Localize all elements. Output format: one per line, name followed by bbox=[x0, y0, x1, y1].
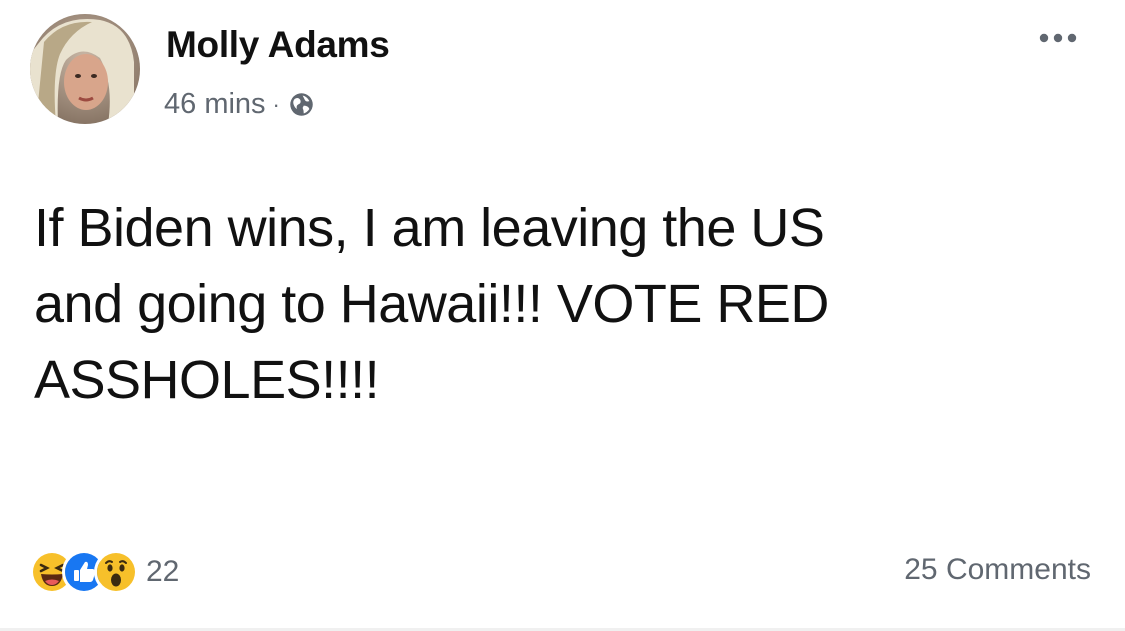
reactions-summary[interactable]: 22 bbox=[30, 548, 179, 596]
author-avatar[interactable] bbox=[30, 14, 140, 124]
globe-icon bbox=[288, 91, 315, 118]
reaction-count: 22 bbox=[146, 555, 180, 588]
avatar-photo bbox=[30, 14, 140, 124]
author-name[interactable]: Molly Adams bbox=[166, 24, 390, 66]
post-header: Molly Adams 46 mins · bbox=[30, 14, 1095, 124]
post-meta: 46 mins · bbox=[164, 88, 315, 121]
facebook-post: Molly Adams 46 mins · If Biden wins, I a… bbox=[0, 0, 1125, 631]
post-body-text: If Biden wins, I am leaving the US and g… bbox=[34, 198, 829, 410]
more-options-icon[interactable] bbox=[1033, 28, 1083, 48]
post-timestamp[interactable]: 46 mins bbox=[164, 88, 266, 121]
wow-icon bbox=[94, 550, 138, 594]
meta-separator: · bbox=[272, 91, 280, 117]
comments-count-link[interactable]: 25 Comments bbox=[904, 553, 1091, 587]
